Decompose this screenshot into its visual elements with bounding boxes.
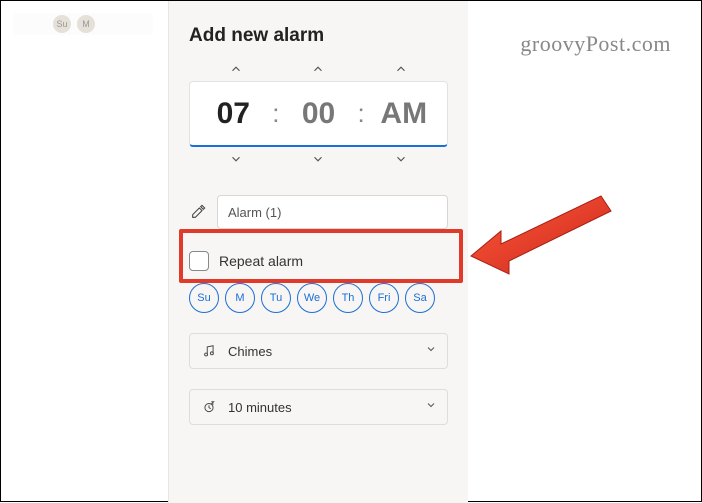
watermark-text: groovyPost.com: [520, 31, 671, 57]
sound-dropdown[interactable]: Chimes: [189, 333, 448, 369]
minute-value[interactable]: 00: [284, 97, 354, 131]
hour-up-button[interactable]: [224, 61, 248, 77]
ampm-up-button[interactable]: [389, 61, 413, 77]
alarm-name-input[interactable]: [217, 195, 448, 229]
time-picker[interactable]: 07 : 00 : AM: [189, 81, 448, 147]
music-note-icon: [200, 342, 218, 360]
time-colon-2: :: [358, 98, 365, 129]
minute-down-button[interactable]: [306, 151, 330, 167]
time-increment-row: [189, 59, 448, 79]
day-sa[interactable]: Sa: [405, 283, 435, 313]
snooze-dropdown[interactable]: 10 minutes: [189, 389, 448, 425]
snooze-label: 10 minutes: [228, 400, 415, 415]
background-tab-strip: Su M: [13, 13, 153, 35]
time-decrement-row: [189, 149, 448, 169]
annotation-arrow: [451, 181, 621, 291]
annotation-highlight: [179, 229, 463, 283]
hour-down-button[interactable]: [224, 151, 248, 167]
ampm-value[interactable]: AM: [369, 97, 439, 131]
chevron-down-icon: [425, 398, 437, 416]
alarm-name-row: [189, 195, 448, 229]
day-fr[interactable]: Fri: [369, 283, 399, 313]
avatar-su: Su: [53, 15, 71, 33]
chevron-down-icon: [425, 342, 437, 360]
hour-value[interactable]: 07: [198, 97, 268, 131]
sound-label: Chimes: [228, 344, 415, 359]
days-row: Su M Tu We Th Fri Sa: [189, 283, 448, 313]
day-mo[interactable]: M: [225, 283, 255, 313]
day-su[interactable]: Su: [189, 283, 219, 313]
time-colon-1: :: [272, 98, 279, 129]
day-we[interactable]: We: [297, 283, 327, 313]
edit-icon: [189, 203, 207, 221]
ampm-down-button[interactable]: [389, 151, 413, 167]
avatar-m: M: [77, 15, 95, 33]
panel-title: Add new alarm: [189, 25, 448, 47]
snooze-icon: [200, 398, 218, 416]
day-th[interactable]: Th: [333, 283, 363, 313]
minute-up-button[interactable]: [306, 61, 330, 77]
day-tu[interactable]: Tu: [261, 283, 291, 313]
